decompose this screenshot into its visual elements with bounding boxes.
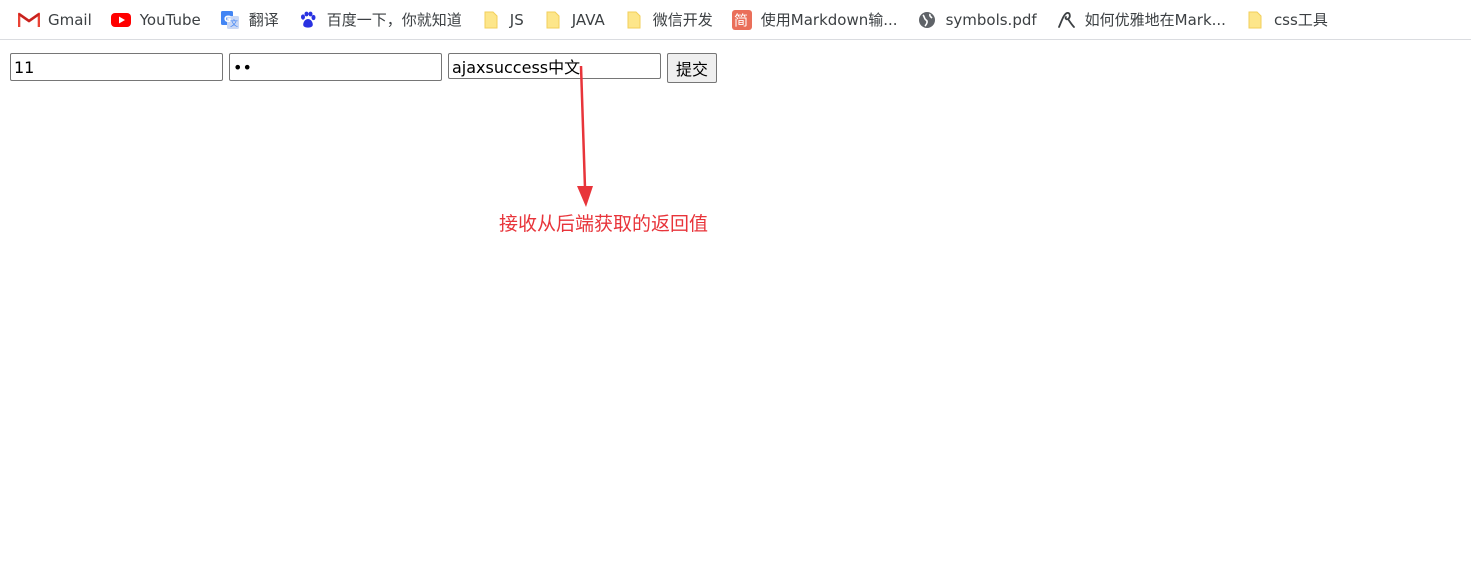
bookmarks-bar: Gmail YouTube G 文 翻译 百度一下，你就知道 JS JAVA 微… bbox=[0, 0, 1471, 40]
bookmark-label: 如何优雅地在Mark... bbox=[1084, 11, 1226, 29]
folder-icon bbox=[480, 11, 502, 29]
svg-text:简: 简 bbox=[734, 12, 748, 29]
bookmark-label: YouTube bbox=[139, 10, 201, 29]
submit-button[interactable]: 提交 bbox=[667, 53, 718, 83]
username-input[interactable] bbox=[10, 53, 223, 81]
annotation-label: 接收从后端获取的返回值 bbox=[499, 213, 709, 235]
bookmark-symbols-pdf[interactable]: symbols.pdf bbox=[912, 6, 1041, 34]
bookmark-markdown-jianshu[interactable]: 简 使用Markdown输... bbox=[727, 6, 902, 34]
svg-text:文: 文 bbox=[230, 18, 238, 28]
bookmark-folder-js[interactable]: JS bbox=[476, 6, 528, 34]
bookmark-baidu[interactable]: 百度一下，你就知道 bbox=[293, 6, 466, 34]
folder-icon bbox=[542, 11, 564, 29]
bookmark-folder-css-tools[interactable]: css工具 bbox=[1240, 6, 1332, 34]
bookmark-translate[interactable]: G 文 翻译 bbox=[215, 6, 283, 34]
gmail-icon bbox=[18, 11, 40, 29]
password-input[interactable] bbox=[229, 53, 442, 81]
bookmark-label: symbols.pdf bbox=[945, 10, 1037, 29]
response-output-field[interactable] bbox=[448, 53, 661, 79]
annotation-arrow bbox=[577, 65, 593, 207]
globe-icon bbox=[916, 11, 938, 29]
annotation-arrow-head bbox=[577, 186, 593, 207]
bookmark-folder-wechat-dev[interactable]: 微信开发 bbox=[619, 6, 717, 34]
youtube-icon bbox=[110, 11, 132, 29]
baidu-paw-icon bbox=[297, 11, 319, 29]
bookmark-label: 微信开发 bbox=[652, 11, 713, 29]
translate-icon: G 文 bbox=[219, 10, 241, 29]
folder-icon bbox=[623, 11, 645, 29]
bookmark-label: 翻译 bbox=[248, 11, 279, 29]
folder-icon bbox=[1244, 11, 1266, 29]
bookmark-youtube[interactable]: YouTube bbox=[106, 6, 205, 34]
bookmark-folder-java[interactable]: JAVA bbox=[538, 6, 609, 34]
bookmark-markdown-article[interactable]: 如何优雅地在Mark... bbox=[1051, 6, 1230, 34]
jianshu-icon: 简 bbox=[731, 9, 753, 30]
ajax-form: 提交 bbox=[10, 53, 718, 83]
bookmark-gmail[interactable]: Gmail bbox=[14, 6, 96, 34]
bookmark-label: css工具 bbox=[1273, 11, 1328, 29]
bookmark-label: 百度一下，你就知道 bbox=[326, 11, 462, 29]
bookmark-label: 使用Markdown输... bbox=[760, 11, 898, 29]
bookmark-label: Gmail bbox=[48, 10, 92, 29]
site-logo-icon bbox=[1055, 11, 1077, 29]
annotation-arrow-shaft bbox=[579, 65, 587, 189]
bookmark-label: JS bbox=[509, 10, 524, 29]
bookmark-label: JAVA bbox=[571, 10, 605, 29]
